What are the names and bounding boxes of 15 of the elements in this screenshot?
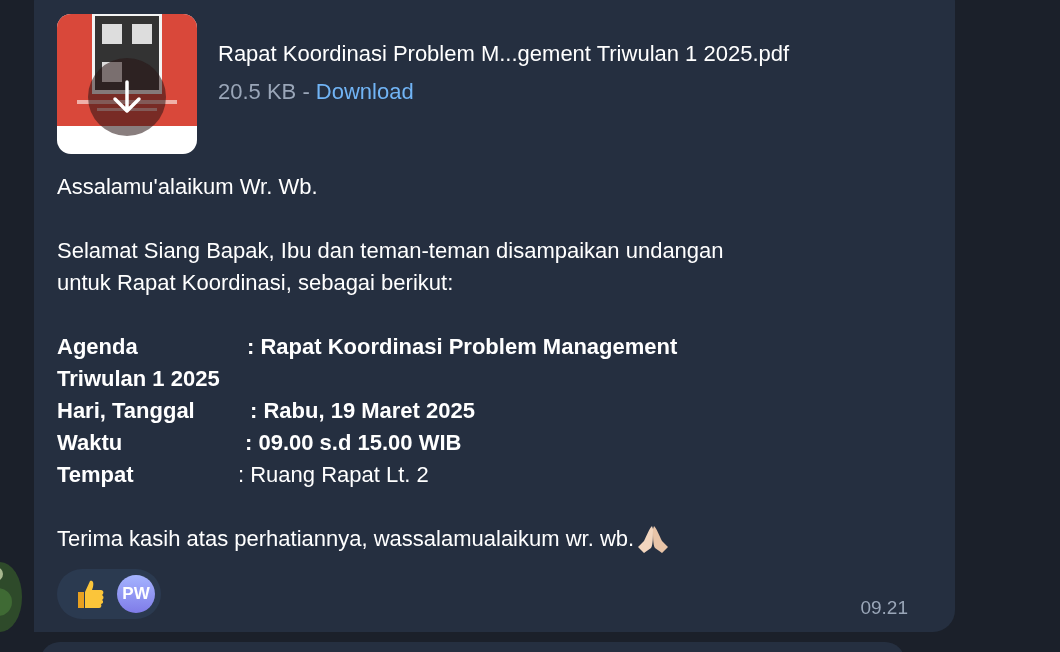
detail-line: Agenda : Rapat Koordinasi Problem Management Triwulan 1 2025	[57, 333, 679, 393]
file-size: 20.5 KB	[218, 79, 297, 104]
separator-text: -	[302, 79, 310, 104]
reactor-avatar: PW	[117, 575, 155, 613]
closing-text: Terima kasih atas perhatiannya, wassalamualaikum wr. wb.	[57, 525, 635, 553]
thumbs-up-icon	[75, 578, 105, 610]
file-name: Rapat Koordinasi Problem M...gement Triwulan 1 2025.pdf	[218, 41, 790, 67]
detail-line: Tempat : Ruang Rapat Lt. 2	[57, 461, 429, 489]
detail-line: Hari, Tanggal : Rabu, 19 Maret 2025	[57, 397, 475, 425]
download-link[interactable]: Download	[315, 79, 414, 104]
message-time: 09.21	[860, 597, 908, 619]
detail-line: Waktu : 09.00 s.d 15.00 WIB	[57, 429, 462, 457]
greeting-text: Assalamu'alaikum Wr. Wb.	[57, 173, 319, 201]
download-icon	[112, 80, 142, 114]
intro-text: Selamat Siang Bapak, Ibu dan teman-teman disampaikan undangan untuk Rapat Koordinasi, sebagai berikut:	[57, 237, 725, 297]
